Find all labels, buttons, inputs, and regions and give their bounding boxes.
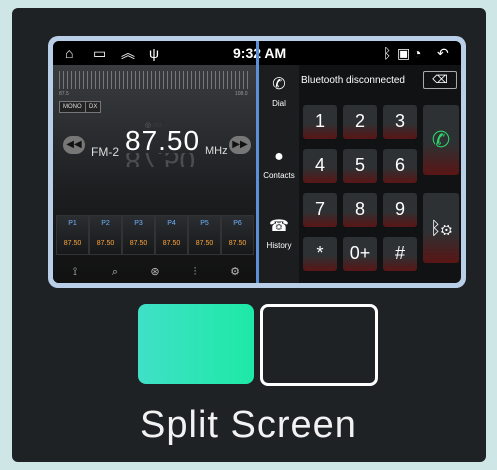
- dialer-sidebar: ✆ Dial ● Contacts ☎ History: [259, 65, 299, 283]
- preset-label: P6: [233, 220, 242, 227]
- dial-key[interactable]: 1: [303, 105, 337, 139]
- dial-key[interactable]: 3: [383, 105, 417, 139]
- preset-label: P2: [101, 220, 110, 227]
- preset-frequency: 87.50: [96, 240, 115, 247]
- dial-key[interactable]: 9: [383, 193, 417, 227]
- preset-label: P3: [134, 220, 143, 227]
- back-icon[interactable]: ↶: [437, 45, 449, 61]
- frequency-scale[interactable]: [59, 71, 250, 89]
- sidebar-item-label: History: [266, 241, 292, 250]
- person-icon: ●: [274, 148, 284, 165]
- bluetooth-icon: ᛒ: [383, 45, 392, 61]
- sidebar-item-dial[interactable]: ✆ Dial: [259, 75, 299, 108]
- phone-icon: ✆: [272, 76, 286, 93]
- seek-back-button[interactable]: ◀◀: [63, 136, 85, 154]
- dial-key[interactable]: #: [383, 237, 417, 271]
- preset-label: P1: [68, 220, 77, 227]
- window-icon[interactable]: ▭: [93, 45, 106, 61]
- head-unit-screen: ⌂ ▭ ︽ ψ 9:32 AM ᛒ ▣ ◔ ↶ 87.5 108.0 MONO …: [53, 41, 461, 283]
- preset-row: P1 87.50 P2 87.50 P3 87.50 P4 87.50 P5 87.50 …: [56, 215, 254, 255]
- dx-chip[interactable]: DX: [85, 101, 102, 113]
- frequency-reflection: 87.50: [125, 153, 195, 167]
- head-unit-frame: ⌂ ▭ ︽ ψ 9:32 AM ᛒ ▣ ◔ ↶ 87.5 108.0 MONO …: [48, 36, 466, 288]
- usb-icon: ψ: [149, 45, 159, 61]
- chevrons-up-icon[interactable]: ︽: [121, 45, 135, 61]
- scan-icon[interactable]: ⊛: [135, 263, 175, 281]
- unit-label: MHz: [205, 145, 228, 157]
- dial-key[interactable]: 7: [303, 193, 337, 227]
- bluetooth-settings-icon[interactable]: ᛒ⚙: [423, 193, 459, 263]
- dial-key[interactable]: 0+: [343, 237, 377, 271]
- dial-key[interactable]: *: [303, 237, 337, 271]
- preset-label: P4: [167, 220, 176, 227]
- radio-panel: 87.5 108.0 MONO DX ◎ ◌◌ ◀◀ ▶▶ FM-2 87.50…: [53, 65, 256, 283]
- wifi-icon: ◔: [413, 45, 422, 61]
- sidebar-item-label: Dial: [272, 99, 286, 108]
- settings-icon[interactable]: ⚙: [215, 263, 255, 281]
- split-right-option[interactable]: [260, 304, 378, 386]
- preset-button[interactable]: P5 87.50: [188, 215, 221, 255]
- preset-button[interactable]: P2 87.50: [89, 215, 122, 255]
- preset-label: P5: [200, 220, 209, 227]
- search-icon[interactable]: ⌕: [95, 263, 135, 281]
- dial-key[interactable]: 5: [343, 149, 377, 183]
- dial-key[interactable]: 8: [343, 193, 377, 227]
- band-label: FM-2: [91, 145, 119, 159]
- call-history-icon: ☎: [269, 218, 289, 235]
- dial-key[interactable]: 6: [383, 149, 417, 183]
- preset-frequency: 87.50: [129, 240, 148, 247]
- preset-button[interactable]: P3 87.50: [122, 215, 155, 255]
- scale-max-label: 108.0: [235, 91, 248, 97]
- dial-key[interactable]: 2: [343, 105, 377, 139]
- sd-card-icon: ▣: [397, 45, 411, 61]
- sidebar-item-label: Contacts: [263, 171, 295, 180]
- seek-forward-button[interactable]: ▶▶: [229, 136, 251, 154]
- call-button[interactable]: ✆: [423, 105, 459, 175]
- equalizer-icon[interactable]: ⫶: [175, 263, 215, 281]
- preset-frequency: 87.50: [162, 240, 181, 247]
- preset-button[interactable]: P6 87.50: [221, 215, 254, 255]
- page-title: Split Screen: [140, 404, 357, 446]
- preset-button[interactable]: P1 87.50: [56, 215, 89, 255]
- sidebar-item-contacts[interactable]: ● Contacts: [259, 147, 299, 180]
- preset-frequency: 87.50: [195, 240, 214, 247]
- preset-button[interactable]: P4 87.50: [155, 215, 188, 255]
- preset-frequency: 87.50: [63, 240, 82, 247]
- clock: 9:32 AM: [233, 45, 287, 61]
- home-icon[interactable]: ⌂: [65, 45, 73, 61]
- radio-toolbar: ⟟ ⌕ ⊛ ⫶ ⚙: [53, 261, 256, 283]
- scale-min-label: 87.5: [59, 91, 69, 97]
- preset-frequency: 87.50: [228, 240, 247, 247]
- mono-chip[interactable]: MONO: [59, 101, 86, 113]
- bluetooth-status: Bluetooth disconnected: [301, 75, 405, 86]
- backspace-button[interactable]: ⌫: [423, 71, 457, 89]
- sidebar-item-history[interactable]: ☎ History: [259, 217, 299, 250]
- split-left-option[interactable]: [138, 304, 254, 384]
- rss-icon[interactable]: ⟟: [55, 263, 95, 281]
- dial-key[interactable]: 4: [303, 149, 337, 183]
